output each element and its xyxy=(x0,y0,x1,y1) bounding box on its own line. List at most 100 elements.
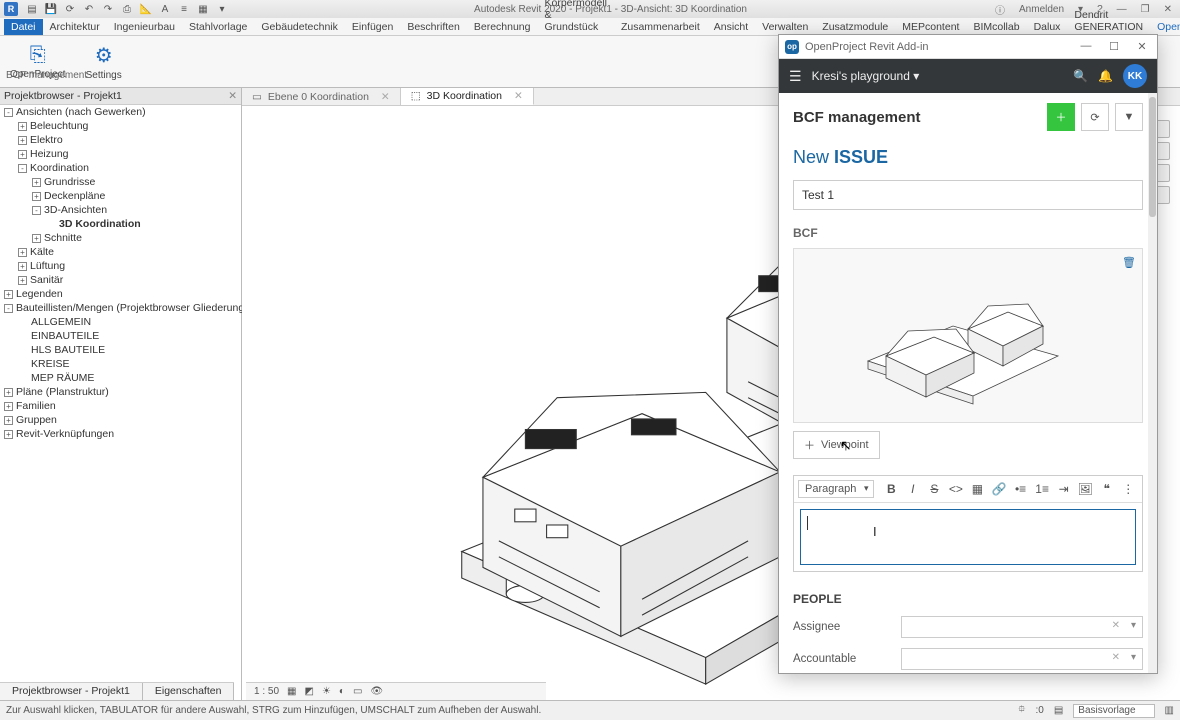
more-icon[interactable]: ⋮ xyxy=(1119,479,1139,499)
tree-item[interactable]: +Pläne (Planstruktur) xyxy=(0,385,241,399)
paragraph-select[interactable]: Paragraph xyxy=(798,480,874,498)
search-icon[interactable]: 🔍 xyxy=(1073,69,1088,83)
expand-icon[interactable]: + xyxy=(4,388,13,397)
bullet-list-icon[interactable]: •≡ xyxy=(1011,479,1031,499)
ribbon-tab[interactable]: Berechnung xyxy=(467,19,538,35)
save-icon[interactable]: 💾 xyxy=(43,2,59,16)
refresh-button[interactable]: ⟳ xyxy=(1081,103,1109,131)
ribbon-button[interactable]: ⚙Settings xyxy=(86,43,122,81)
redo-icon[interactable]: ↷ xyxy=(100,2,116,16)
create-button[interactable]: ＋ xyxy=(1047,103,1075,131)
dock-tab[interactable]: Eigenschaften xyxy=(143,683,235,700)
tree-item[interactable]: 3D Koordination xyxy=(0,217,241,231)
sun-icon[interactable]: ☀ xyxy=(322,686,331,697)
select-icon[interactable]: ⯐ xyxy=(1018,702,1026,719)
view-tab[interactable]: ▭Ebene 0 Koordination✕ xyxy=(242,88,401,105)
visual-style-icon[interactable]: ◩ xyxy=(304,686,313,697)
avatar[interactable]: KK xyxy=(1123,64,1147,88)
tree-item[interactable]: -3D-Ansichten xyxy=(0,203,241,217)
open-icon[interactable]: ▤ xyxy=(24,2,40,16)
assignee-select[interactable]: ✕ xyxy=(901,616,1143,638)
clear-icon[interactable]: ✕ xyxy=(1112,652,1120,663)
link-icon[interactable]: 🔗 xyxy=(989,479,1009,499)
tree-item[interactable]: +Grundrisse xyxy=(0,175,241,189)
expand-icon[interactable]: + xyxy=(18,122,27,131)
tree-item[interactable]: +Heizung xyxy=(0,147,241,161)
expand-icon[interactable]: + xyxy=(18,276,27,285)
tree-item[interactable]: +Legenden xyxy=(0,287,241,301)
tree-item[interactable]: HLS BAUTEILE xyxy=(0,343,241,357)
close-icon[interactable]: ✕ xyxy=(514,90,523,102)
ribbon-tab[interactable]: Ansicht xyxy=(707,19,755,35)
tree-item[interactable]: EINBAUTEILE xyxy=(0,329,241,343)
ribbon-tab[interactable]: Verwalten xyxy=(755,19,815,35)
tree-item[interactable]: ALLGEMEIN xyxy=(0,315,241,329)
expand-icon[interactable]: + xyxy=(18,150,27,159)
expand-icon[interactable]: - xyxy=(4,108,13,117)
ribbon-tab[interactable]: BIMcollab xyxy=(966,19,1026,35)
measure-icon[interactable]: 📐 xyxy=(138,2,154,16)
code-icon[interactable]: <> xyxy=(946,479,966,499)
indent-icon[interactable]: ⇥ xyxy=(1054,479,1074,499)
bold-icon[interactable]: B xyxy=(882,479,902,499)
addin-close-button[interactable]: ✕ xyxy=(1133,40,1151,53)
image-icon[interactable]: 🖼 xyxy=(1075,479,1095,499)
tree-item[interactable]: +Sanitär xyxy=(0,273,241,287)
insert-icon[interactable]: ▦ xyxy=(968,479,988,499)
ribbon-tab[interactable]: Einfügen xyxy=(345,19,400,35)
tree-item[interactable]: +Lüftung xyxy=(0,259,241,273)
shadows-icon[interactable]: ◐ xyxy=(339,686,345,697)
close-icon[interactable]: ✕ xyxy=(381,91,390,103)
viewpoint-thumbnail[interactable]: 🗑 xyxy=(793,248,1143,423)
hide-icon[interactable]: 👁 xyxy=(370,686,383,697)
description-textarea[interactable]: I xyxy=(800,509,1136,565)
strike-icon[interactable]: S xyxy=(925,479,945,499)
ribbon-tab[interactable]: Dendrit GENERATION xyxy=(1067,7,1150,35)
section-icon[interactable]: A xyxy=(157,2,173,16)
number-list-icon[interactable]: 1≡ xyxy=(1032,479,1052,499)
print-icon[interactable]: ⎙ xyxy=(119,2,135,16)
delete-viewpoint-icon[interactable]: 🗑 xyxy=(1120,253,1138,271)
ribbon-tab[interactable]: Ingenieurbau xyxy=(107,19,182,35)
tree-item[interactable]: +Elektro xyxy=(0,133,241,147)
expand-icon[interactable]: + xyxy=(4,416,13,425)
phase-combo[interactable]: Basisvorlage xyxy=(1073,704,1154,718)
tree-item[interactable]: +Beleuchtung xyxy=(0,119,241,133)
ribbon-tab[interactable]: OpenProject xyxy=(1150,19,1180,35)
italic-icon[interactable]: I xyxy=(903,479,923,499)
tree-item[interactable]: KREISE xyxy=(0,357,241,371)
scroll-thumb[interactable] xyxy=(1149,97,1156,217)
expand-icon[interactable]: + xyxy=(4,430,13,439)
view-scale[interactable]: 1 : 50 xyxy=(254,686,279,697)
add-viewpoint-button[interactable]: ＋ Viewpoint xyxy=(793,431,880,459)
sync-icon[interactable]: ⟳ xyxy=(62,2,78,16)
clear-icon[interactable]: ✕ xyxy=(1112,620,1120,631)
tree-item[interactable]: +Familien xyxy=(0,399,241,413)
expand-icon[interactable]: + xyxy=(4,290,13,299)
expand-icon[interactable]: + xyxy=(18,262,27,271)
expand-icon[interactable]: + xyxy=(32,178,41,187)
expand-icon[interactable]: + xyxy=(18,248,27,257)
ribbon-tab[interactable]: Architektur xyxy=(43,19,107,35)
worksets-icon[interactable]: :0 xyxy=(1035,705,1043,716)
close-hidden-icon[interactable]: ▦ xyxy=(195,2,211,16)
tree-item[interactable]: +Deckenpläne xyxy=(0,189,241,203)
dock-tab[interactable]: Projektbrowser - Projekt1 xyxy=(0,683,143,700)
filter-button[interactable]: ▼ xyxy=(1115,103,1143,131)
expand-icon[interactable]: - xyxy=(32,206,41,215)
filter-icon[interactable]: ▤ xyxy=(1054,705,1063,716)
ribbon-tab[interactable]: Zusammenarbeit xyxy=(614,19,707,35)
ribbon-tab[interactable]: MEPcontent xyxy=(895,19,966,35)
quote-icon[interactable]: ❝ xyxy=(1097,479,1117,499)
expand-icon[interactable]: + xyxy=(4,402,13,411)
project-selector[interactable]: Kresi's playground ▾ xyxy=(812,69,920,83)
tree-item[interactable]: +Gruppen xyxy=(0,413,241,427)
ribbon-tab[interactable]: Stahlvorlage xyxy=(182,19,254,35)
expand-icon[interactable]: + xyxy=(18,136,27,145)
menu-icon[interactable]: ☰ xyxy=(789,68,802,85)
ribbon-tab[interactable]: Datei xyxy=(4,19,43,35)
tree-item[interactable]: -Koordination xyxy=(0,161,241,175)
bell-icon[interactable]: 🔔 xyxy=(1098,69,1113,83)
sel-toggle-icon[interactable]: ▥ xyxy=(1165,705,1174,716)
close-icon[interactable]: ✕ xyxy=(228,90,237,102)
